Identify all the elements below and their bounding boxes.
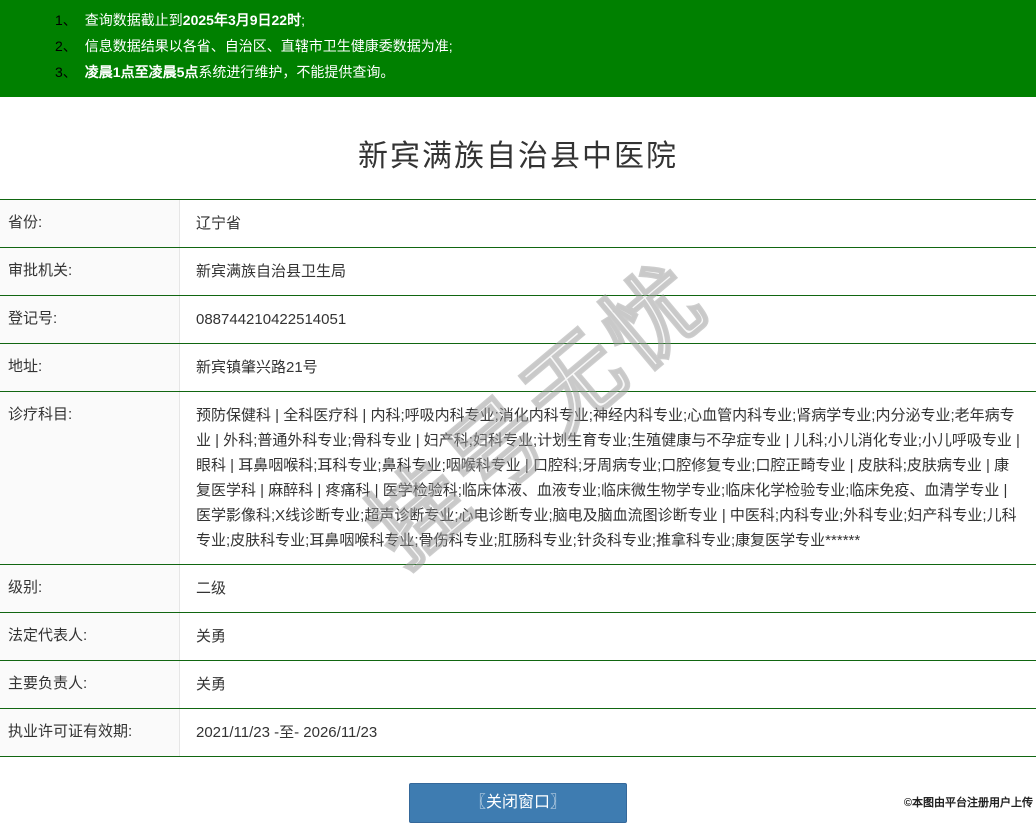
notice-text-bold: 凌晨1点至凌晨5点 (85, 64, 199, 80)
row-label: 诊疗科目: (0, 392, 180, 564)
notice-text: 查询数据截止到 (85, 12, 183, 28)
notice-item-2: 2、信息数据结果以各省、自治区、直辖市卫生健康委数据为准; (0, 33, 1036, 59)
row-value: 新宾满族自治县卫生局 (180, 248, 1036, 295)
row-label: 主要负责人: (0, 661, 180, 708)
row-label: 执业许可证有效期: (0, 709, 180, 756)
table-row-license-validity: 执业许可证有效期: 2021/11/23 -至- 2026/11/23 (0, 709, 1036, 757)
row-label: 审批机关: (0, 248, 180, 295)
row-value: 关勇 (180, 613, 1036, 660)
hospital-info-table: 省份: 辽宁省 审批机关: 新宾满族自治县卫生局 登记号: 0887442104… (0, 199, 1036, 757)
table-row-level: 级别: 二级 (0, 565, 1036, 613)
table-row-legal-representative: 法定代表人: 关勇 (0, 613, 1036, 661)
notice-item-3: 3、凌晨1点至凌晨5点系统进行维护，不能提供查询。 (0, 59, 1036, 85)
table-row-address: 地址: 新宾镇肇兴路21号 (0, 344, 1036, 392)
table-row-treatment-subjects: 诊疗科目: 预防保健科 | 全科医疗科 | 内科;呼吸内科专业;消化内科专业;神… (0, 392, 1036, 565)
table-row-province: 省份: 辽宁省 (0, 200, 1036, 248)
page-title: 新宾满族自治县中医院 (0, 131, 1036, 175)
notice-text-post: ; (301, 12, 305, 28)
notice-text: 信息数据结果以各省、自治区、直辖市卫生健康委数据为准; (85, 38, 453, 54)
row-value: 2021/11/23 -至- 2026/11/23 (180, 709, 1036, 756)
footer: 〖关闭窗口〗 (0, 783, 1036, 823)
notice-number: 1、 (55, 12, 77, 28)
notice-number: 3、 (55, 64, 77, 80)
row-value: 新宾镇肇兴路21号 (180, 344, 1036, 391)
copyright-watermark: ©本图由平台注册用户上传 (904, 794, 1033, 810)
notice-number: 2、 (55, 38, 77, 54)
table-row-main-person-in-charge: 主要负责人: 关勇 (0, 661, 1036, 709)
row-value: 关勇 (180, 661, 1036, 708)
row-value: 二级 (180, 565, 1036, 612)
row-value: 预防保健科 | 全科医疗科 | 内科;呼吸内科专业;消化内科专业;神经内科专业;… (180, 392, 1036, 564)
row-label: 法定代表人: (0, 613, 180, 660)
notice-text-post: 系统进行维护，不能提供查询。 (198, 64, 394, 80)
notice-text-bold: 2025年3月9日22时 (183, 12, 301, 28)
close-window-button[interactable]: 〖关闭窗口〗 (409, 783, 627, 823)
table-row-registration-number: 登记号: 088744210422514051 (0, 296, 1036, 344)
notice-item-1: 1、查询数据截止到2025年3月9日22时; (0, 7, 1036, 33)
row-label: 地址: (0, 344, 180, 391)
row-value: 088744210422514051 (180, 296, 1036, 343)
row-value: 辽宁省 (180, 200, 1036, 247)
row-label: 省份: (0, 200, 180, 247)
notice-banner: 1、查询数据截止到2025年3月9日22时; 2、信息数据结果以各省、自治区、直… (0, 0, 1036, 97)
row-label: 级别: (0, 565, 180, 612)
row-label: 登记号: (0, 296, 180, 343)
table-row-approval-authority: 审批机关: 新宾满族自治县卫生局 (0, 248, 1036, 296)
